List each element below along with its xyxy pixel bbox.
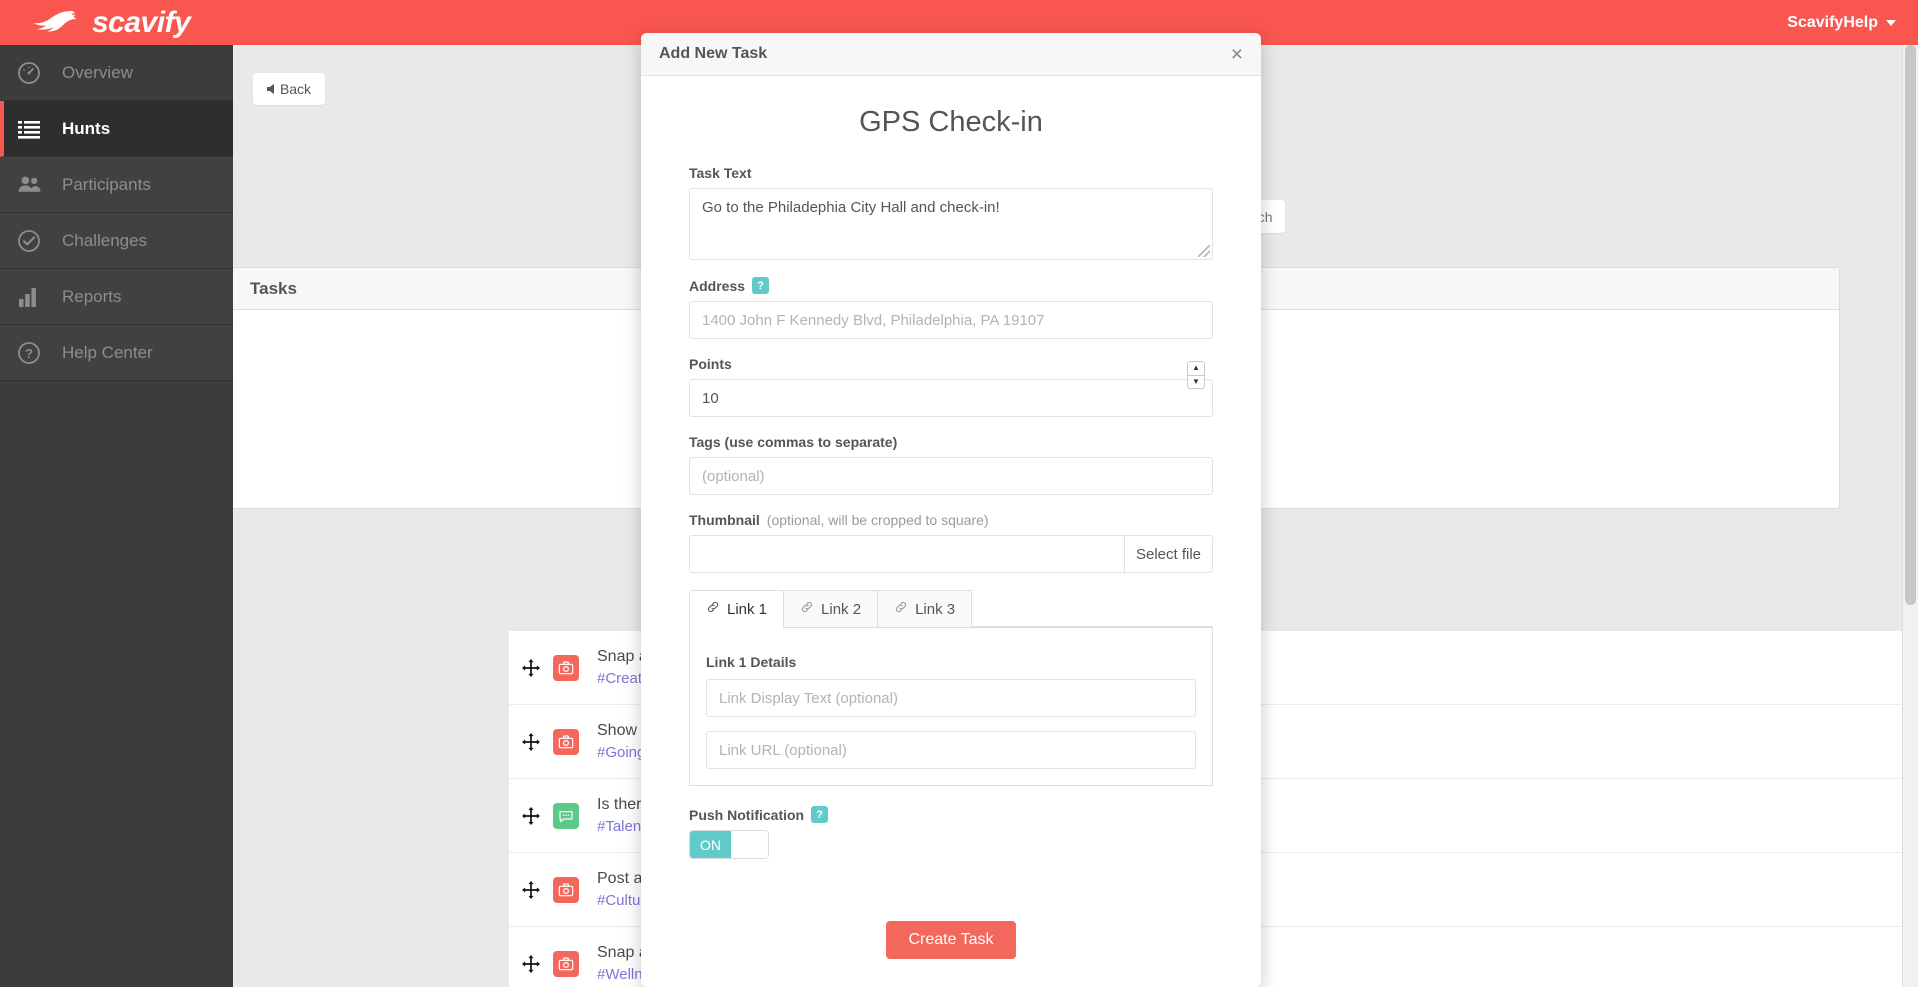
back-button-label: Back bbox=[279, 81, 312, 97]
sidebar-item-reports[interactable]: Reports bbox=[0, 269, 233, 325]
modal-body: GPS Check-in Task Text Go to the Philade… bbox=[641, 76, 1261, 987]
drag-move-icon[interactable] bbox=[509, 806, 553, 826]
link-1-panel: Link 1 Details Link Display Text (option… bbox=[689, 628, 1213, 786]
link-tabstrip: Link 1 Link 2 Link 3 bbox=[689, 590, 1213, 628]
task-text-group: Task Text Go to the Philadephia City Hal… bbox=[689, 165, 1213, 260]
page-scrollbar[interactable] bbox=[1902, 45, 1918, 987]
tags-label: Tags (use commas to separate) bbox=[689, 434, 898, 450]
squirrel-logo-icon bbox=[30, 8, 86, 38]
sidebar-item-help-center[interactable]: ? Help Center bbox=[0, 325, 233, 381]
thumbnail-file-field: Select file bbox=[689, 535, 1213, 573]
question-circle-icon: ? bbox=[12, 336, 46, 370]
page-title: Tasks bbox=[250, 278, 297, 298]
list-icon bbox=[12, 112, 46, 146]
drag-move-icon[interactable] bbox=[509, 658, 553, 678]
user-menu-label: ScavifyHelp bbox=[1787, 13, 1878, 31]
drag-move-icon[interactable] bbox=[509, 954, 553, 974]
sidebar-item-label: Help Center bbox=[62, 342, 153, 362]
help-icon[interactable]: ? bbox=[752, 277, 770, 294]
thumbnail-group: Thumbnail (optional, will be cropped to … bbox=[689, 512, 1213, 573]
modal-footer: Create Task bbox=[689, 921, 1213, 987]
sidebar-nav: Overview Hunts Participants Challenges R… bbox=[0, 45, 233, 987]
sidebar-item-hunts[interactable]: Hunts bbox=[0, 101, 233, 157]
tab-link-1-label: Link 1 bbox=[727, 600, 768, 618]
back-button[interactable]: Back bbox=[253, 73, 325, 105]
task-text-value: Go to the Philadephia City Hall and chec… bbox=[702, 199, 1000, 216]
address-label: Address ? bbox=[689, 277, 1213, 294]
user-menu-button[interactable]: ScavifyHelp bbox=[1787, 14, 1896, 32]
link-tabs: Link 1 Link 2 Link 3 Link 1 Details Link… bbox=[689, 590, 1213, 786]
thumbnail-label: Thumbnail (optional, will be cropped to … bbox=[689, 512, 1213, 528]
push-notification-group: Push Notification ? ON bbox=[689, 806, 1213, 859]
thumbnail-label-hint: (optional, will be cropped to square) bbox=[766, 512, 989, 528]
drag-move-icon[interactable] bbox=[509, 880, 553, 900]
close-icon[interactable]: × bbox=[1231, 44, 1243, 65]
sidebar-item-label: Participants bbox=[62, 174, 151, 194]
thumbnail-file-display bbox=[689, 535, 1124, 573]
sidebar-item-label: Reports bbox=[62, 286, 122, 306]
address-group: Address ? 1400 John F Kennedy Blvd, Phil… bbox=[689, 277, 1213, 339]
thumbnail-label-text: Thumbnail bbox=[689, 512, 760, 528]
add-new-task-modal: Add New Task × GPS Check-in Task Text Go… bbox=[641, 33, 1261, 987]
tab-link-2[interactable]: Link 2 bbox=[783, 590, 878, 628]
link-display-text-input[interactable]: Link Display Text (optional) bbox=[706, 679, 1196, 717]
bar-chart-icon bbox=[12, 280, 46, 314]
resize-grip-icon[interactable] bbox=[1198, 245, 1210, 257]
sidebar-item-challenges[interactable]: Challenges bbox=[0, 213, 233, 269]
camera-icon bbox=[553, 654, 579, 681]
tab-link-3-label: Link 3 bbox=[915, 600, 956, 618]
push-notification-label-text: Push Notification bbox=[689, 806, 805, 823]
quantity-stepper[interactable]: ▲ ▼ bbox=[1187, 361, 1205, 389]
brand-name: scavify bbox=[92, 5, 191, 39]
tabstrip-filler bbox=[972, 590, 1213, 627]
task-text-input[interactable]: Go to the Philadephia City Hall and chec… bbox=[689, 188, 1213, 260]
tab-link-3[interactable]: Link 3 bbox=[877, 590, 973, 628]
sidebar-item-label: Challenges bbox=[62, 230, 148, 250]
brand-logo[interactable]: scavify bbox=[30, 5, 191, 39]
create-task-button[interactable]: Create Task bbox=[886, 921, 1016, 959]
people-icon bbox=[12, 168, 46, 202]
points-input[interactable]: 10 bbox=[689, 379, 1213, 417]
check-circle-icon bbox=[12, 224, 46, 258]
modal-header: Add New Task × bbox=[641, 33, 1261, 76]
sidebar-item-label: Hunts bbox=[62, 118, 111, 138]
points-group: Points 10 ▲ ▼ bbox=[689, 356, 1213, 417]
tab-link-1[interactable]: Link 1 bbox=[689, 590, 784, 628]
link-icon bbox=[894, 600, 908, 618]
sidebar-item-label: Overview bbox=[62, 62, 133, 82]
tags-input[interactable]: (optional) bbox=[689, 457, 1213, 495]
link-icon bbox=[706, 600, 720, 618]
chat-bubble-icon bbox=[553, 802, 579, 829]
push-notification-toggle[interactable]: ON bbox=[689, 830, 769, 859]
address-input[interactable]: 1400 John F Kennedy Blvd, Philadelphia, … bbox=[689, 301, 1213, 339]
help-icon[interactable]: ? bbox=[811, 806, 829, 823]
tags-group: Tags (use commas to separate) (optional) bbox=[689, 434, 1213, 495]
camera-icon bbox=[553, 950, 579, 977]
select-file-button[interactable]: Select file bbox=[1124, 535, 1213, 573]
task-text-label: Task Text bbox=[689, 165, 752, 181]
tab-link-2-label: Link 2 bbox=[821, 600, 862, 618]
link-details-title: Link 1 Details bbox=[706, 654, 797, 670]
page-title: GPS Check-in bbox=[859, 106, 1043, 138]
push-notification-label: Push Notification ? bbox=[689, 806, 1213, 823]
page-scrollbar-thumb[interactable] bbox=[1905, 45, 1916, 605]
svg-text:?: ? bbox=[25, 346, 33, 361]
sidebar-item-participants[interactable]: Participants bbox=[0, 157, 233, 213]
speedometer-icon bbox=[12, 56, 46, 90]
toggle-knob bbox=[731, 831, 768, 858]
chevron-down-icon bbox=[1886, 19, 1896, 26]
chevron-down-icon[interactable]: ▼ bbox=[1187, 374, 1205, 389]
camera-icon bbox=[553, 728, 579, 755]
link-icon bbox=[800, 600, 814, 618]
link-url-input[interactable]: Link URL (optional) bbox=[706, 731, 1196, 769]
chevron-up-icon[interactable]: ▲ bbox=[1187, 361, 1205, 375]
modal-title: Add New Task bbox=[659, 45, 768, 62]
arrow-left-icon bbox=[266, 84, 274, 94]
camera-icon bbox=[553, 876, 579, 903]
drag-move-icon[interactable] bbox=[509, 732, 553, 752]
address-label-text: Address bbox=[689, 277, 746, 294]
toggle-state-label: ON bbox=[690, 831, 731, 858]
points-label: Points bbox=[689, 356, 732, 372]
sidebar-item-overview[interactable]: Overview bbox=[0, 45, 233, 101]
